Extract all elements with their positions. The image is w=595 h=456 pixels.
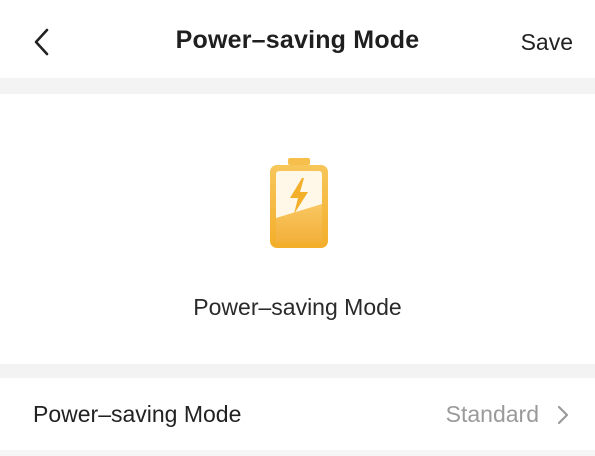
- setting-value: Standard: [445, 401, 539, 427]
- section-divider: [0, 78, 595, 94]
- hero-label: Power–saving Mode: [193, 294, 402, 320]
- navigation-header: Power–saving Mode Save: [0, 0, 595, 78]
- section-divider: [0, 364, 595, 378]
- save-button[interactable]: Save: [521, 24, 573, 60]
- back-button[interactable]: [22, 22, 62, 62]
- chevron-left-icon: [34, 28, 49, 56]
- hero-card: Power–saving Mode: [0, 94, 595, 364]
- setting-label: Power–saving Mode: [33, 401, 242, 427]
- page-title: Power–saving Mode: [175, 26, 420, 54]
- chevron-right-icon: [557, 405, 569, 425]
- power-saving-mode-row[interactable]: Power–saving Mode Standard: [0, 378, 595, 450]
- battery-charging-icon: [270, 158, 328, 248]
- power-saving-screen: Power–saving Mode Save Power–saving Mode…: [0, 0, 595, 456]
